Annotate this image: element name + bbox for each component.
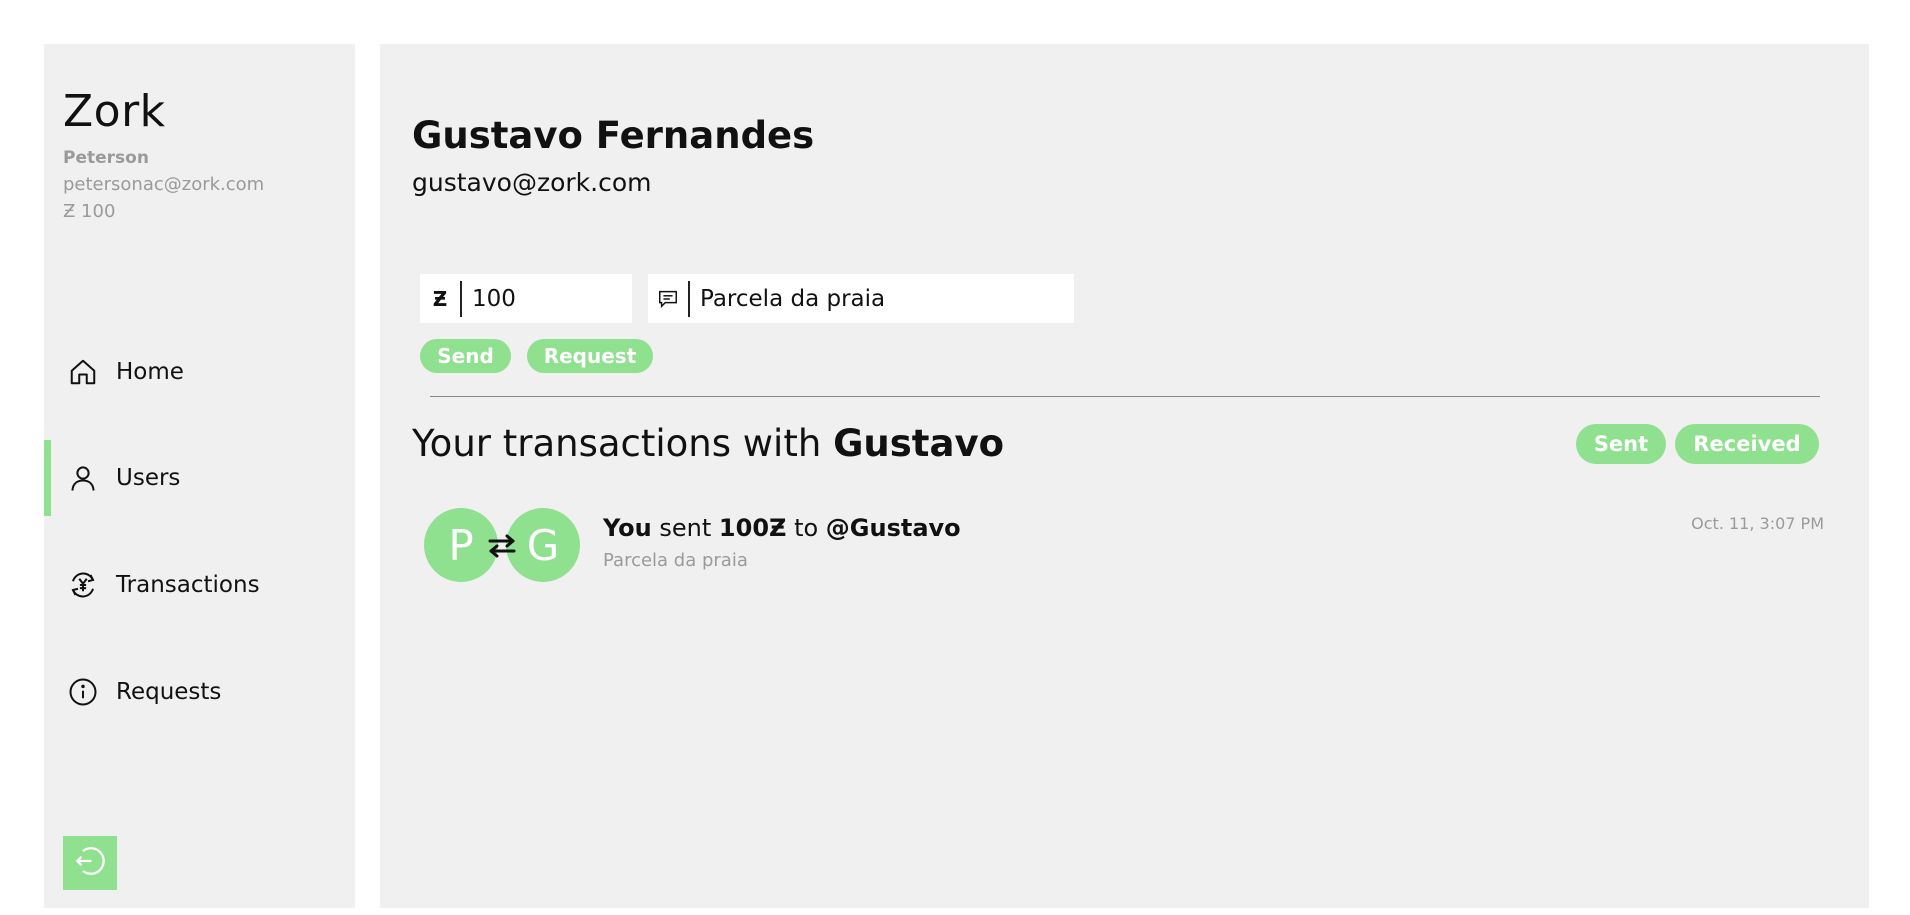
transaction-item[interactable]: P G You sent 100Ƶ to @Gustavo Parcela da… xyxy=(424,508,1824,588)
main-panel: Gustavo Fernandes gustavo@zork.com Ƶ Sen… xyxy=(380,44,1869,908)
note-input[interactable] xyxy=(690,277,1062,320)
transaction-actor: You xyxy=(603,514,652,542)
transaction-preposition: to xyxy=(794,514,819,542)
message-icon xyxy=(648,280,690,317)
sidebar-item-label: Transactions xyxy=(116,572,260,598)
amount-input[interactable] xyxy=(462,277,624,320)
transactions-heading-prefix: Your transactions with xyxy=(412,422,822,465)
transaction-note: Parcela da praia xyxy=(603,550,748,571)
brand-logo: Zork xyxy=(63,86,166,137)
current-user-balance: Ƶ 100 xyxy=(63,201,116,222)
logout-icon xyxy=(73,844,107,882)
filter-received-button[interactable]: Received xyxy=(1675,424,1819,464)
sidebar-item-transactions[interactable]: Transactions xyxy=(44,547,355,623)
amount-field: Ƶ xyxy=(420,274,632,323)
profile-email: gustavo@zork.com xyxy=(412,168,652,197)
transaction-amount: 100Ƶ xyxy=(718,514,787,542)
page-title: Gustavo Fernandes xyxy=(412,114,815,157)
logout-button[interactable] xyxy=(63,836,117,890)
request-button[interactable]: Request xyxy=(527,339,653,373)
send-button[interactable]: Send xyxy=(420,339,511,373)
sidebar-item-requests[interactable]: Requests xyxy=(44,654,355,730)
info-icon xyxy=(66,675,100,709)
current-user-email: petersonac@zork.com xyxy=(63,174,265,195)
transaction-summary: You sent 100Ƶ to @Gustavo xyxy=(603,514,961,542)
home-icon xyxy=(66,355,100,389)
transactions-heading-name: Gustavo xyxy=(833,422,1004,465)
filter-sent-button[interactable]: Sent xyxy=(1576,424,1666,464)
user-icon xyxy=(66,461,100,495)
divider xyxy=(430,396,1820,397)
sidebar-item-users[interactable]: Users xyxy=(44,440,355,516)
sidebar-item-label: Home xyxy=(116,359,184,385)
sidebar-item-home[interactable]: Home xyxy=(44,334,355,410)
transaction-target[interactable]: @Gustavo xyxy=(826,514,961,542)
transactions-heading: Your transactions with Gustavo xyxy=(412,422,1004,465)
sidebar: Zork Peterson petersonac@zork.com Ƶ 100 … xyxy=(44,44,355,908)
note-field xyxy=(648,274,1074,323)
sidebar-item-label: Requests xyxy=(116,679,222,705)
transaction-verb: sent xyxy=(659,514,712,542)
transactions-icon xyxy=(66,568,100,602)
currency-icon: Ƶ xyxy=(420,280,462,317)
sidebar-item-label: Users xyxy=(116,465,181,491)
swap-arrows-icon xyxy=(486,530,518,562)
transaction-time: Oct. 11, 3:07 PM xyxy=(1691,514,1824,533)
current-user-name: Peterson xyxy=(63,148,149,168)
